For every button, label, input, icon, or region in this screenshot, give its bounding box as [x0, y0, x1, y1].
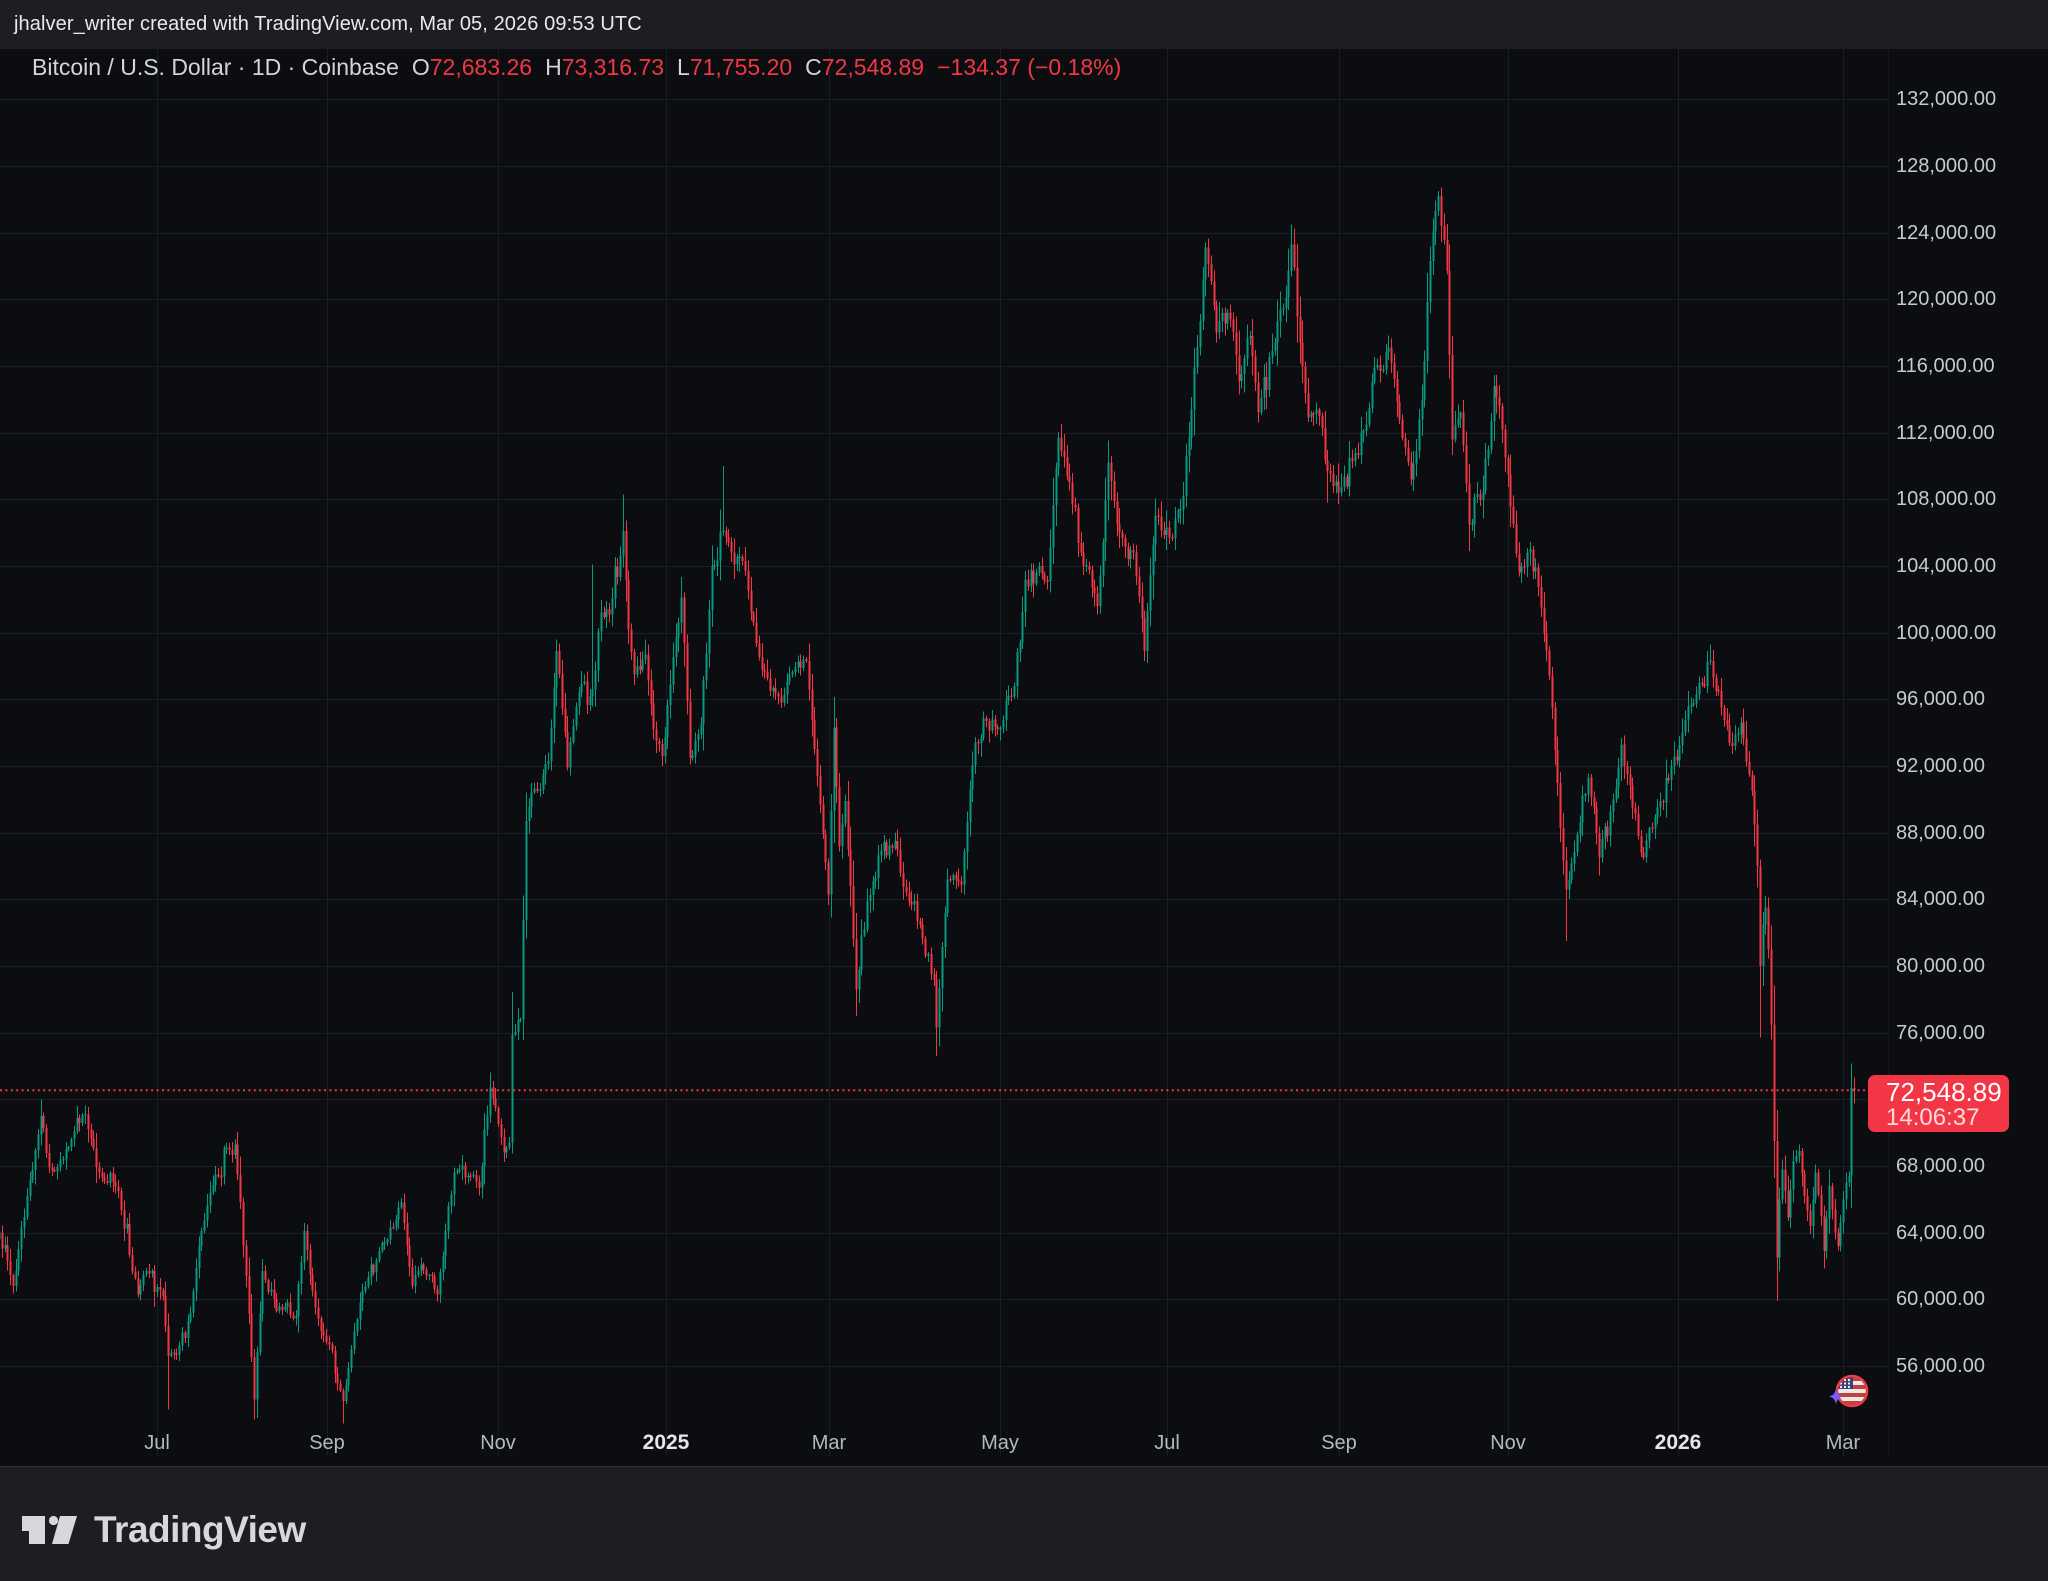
up-candle-bodies: [0, 196, 1853, 1401]
price-axis-label: 128,000.00: [1896, 155, 1997, 177]
price-axis-label: 84,000.00: [1896, 888, 1985, 911]
last-price-value: 72,548.89: [1886, 1077, 2002, 1108]
tradingview-snapshot: jhalver_writer created with TradingView.…: [0, 0, 2048, 1581]
low-label: L: [677, 53, 690, 80]
time-axis-label: Jul: [144, 1432, 170, 1454]
time-axis-label: Mar: [811, 1432, 847, 1454]
time-axis-label: Sep: [309, 1432, 345, 1454]
price-axis-label: 124,000.00: [1896, 221, 1997, 244]
change-value: −134.37 (−0.18%): [937, 53, 1122, 80]
price-axis-label: 96,000.00: [1896, 688, 1985, 711]
tradingview-logo-text: TradingView: [94, 1509, 306, 1550]
close-value: 72,548.89: [821, 53, 925, 80]
bar-countdown: 14:06:37: [1886, 1104, 1980, 1132]
open-label: O: [411, 53, 430, 80]
time-axis-label: 2026: [1654, 1431, 1702, 1454]
down-candle-wicks: [2, 187, 1855, 1424]
price-axis-label: 88,000.00: [1896, 821, 1985, 844]
price-axis-label: 116,000.00: [1896, 355, 1995, 377]
time-axis-label: Jul: [1154, 1432, 1180, 1454]
last-price-tag: 72,548.89 14:06:37: [1868, 1075, 2009, 1133]
price-axis-label: 68,000.00: [1896, 1155, 1985, 1177]
time-axis-label: Nov: [1490, 1432, 1526, 1454]
price-axis-label: 92,000.00: [1896, 755, 1985, 777]
price-axis-label: 80,000.00: [1896, 955, 1985, 977]
time-axis-label: May: [981, 1432, 1019, 1454]
us-flag-event-icon[interactable]: [1828, 1369, 1876, 1415]
price-axis-label: 64,000.00: [1896, 1221, 1985, 1244]
chart-pane[interactable]: [0, 0, 2048, 1581]
high-value: 73,316.73: [561, 53, 665, 80]
close-label: C: [805, 53, 822, 80]
price-axis-label: 100,000.00: [1896, 621, 1997, 644]
symbol-title: Bitcoin / U.S. Dollar · 1D · Coinbase: [32, 53, 399, 80]
price-axis-label: 104,000.00: [1896, 555, 1997, 577]
tradingview-logo[interactable]: TradingView: [22, 1509, 306, 1551]
price-axis-label: 60,000.00: [1896, 1288, 1985, 1311]
price-axis-label: 112,000.00: [1896, 421, 1995, 444]
time-axis-label: Sep: [1321, 1432, 1357, 1454]
bottom-bar: TradingView: [0, 1466, 2048, 1581]
price-axis-label: 120,000.00: [1896, 288, 1997, 311]
price-axis-label: 56,000.00: [1896, 1355, 1985, 1377]
price-axis-label: 108,000.00: [1896, 488, 1997, 511]
time-axis-label: Nov: [480, 1432, 516, 1454]
high-label: H: [545, 53, 562, 80]
down-candle-bodies: [1, 196, 1856, 1401]
low-value: 71,755.20: [689, 53, 793, 80]
price-axis-label: 76,000.00: [1896, 1021, 1985, 1044]
time-axis-label: 2025: [642, 1431, 690, 1454]
tradingview-logo-icon: [22, 1515, 77, 1544]
time-axis-label: Mar: [1825, 1432, 1861, 1454]
open-value: 72,683.26: [429, 53, 533, 80]
symbol-legend[interactable]: Bitcoin / U.S. Dollar · 1D · Coinbase O …: [32, 49, 1121, 85]
grid-lines: [0, 49, 1888, 1456]
price-axis-label: 132,000.00: [1896, 88, 1997, 111]
